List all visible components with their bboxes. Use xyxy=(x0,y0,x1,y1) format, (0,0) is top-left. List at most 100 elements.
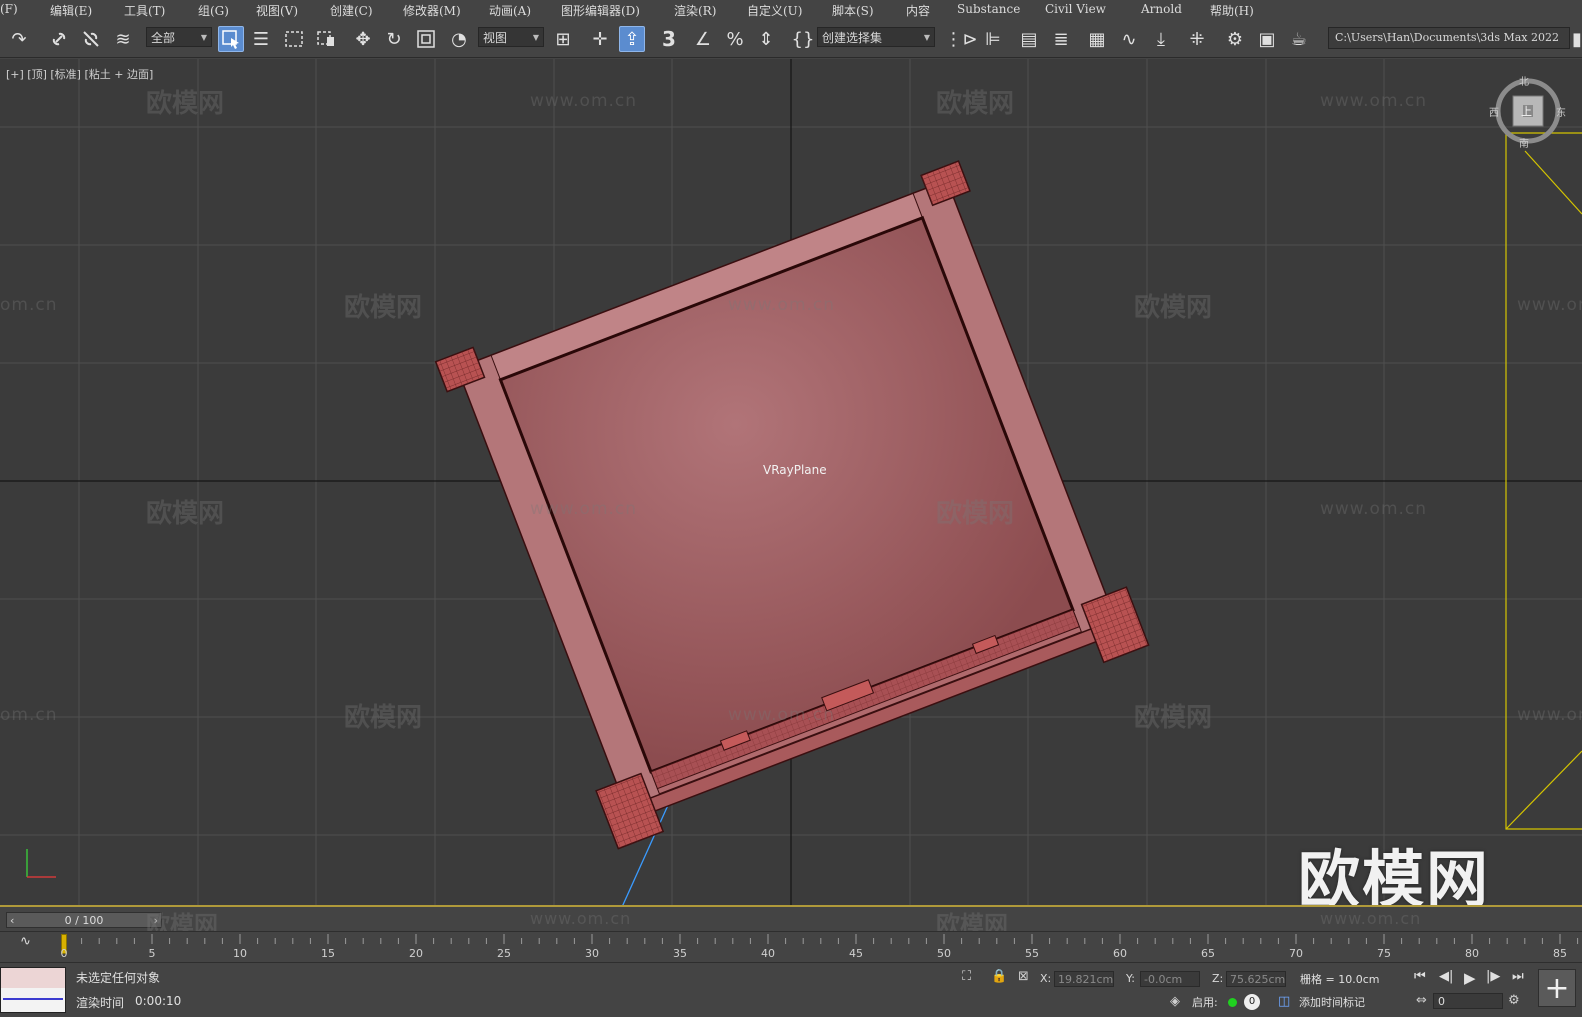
go-to-start-icon[interactable]: ⏮ xyxy=(1414,969,1426,984)
menu-tools[interactable]: 工具(T) xyxy=(124,2,165,19)
prev-frame-icon[interactable]: ‹ xyxy=(10,914,14,927)
track-tick-label: 55 xyxy=(1025,947,1039,960)
render-setup-icon[interactable]: ⚙ xyxy=(1222,26,1248,52)
angle-snap-icon[interactable]: ∠ xyxy=(690,26,716,52)
scene-explorer-icon[interactable]: ▤ xyxy=(1016,26,1042,52)
redo-icon[interactable]: ↷ xyxy=(6,26,32,52)
menu-create[interactable]: 创建(C) xyxy=(330,2,373,19)
viewcube-north-label[interactable]: 北 xyxy=(1519,73,1529,88)
previous-frame-icon[interactable]: ◀| xyxy=(1439,969,1453,984)
watermark-url: www.om.cn xyxy=(1320,909,1422,928)
project-folder-path[interactable]: C:\Users\Han\Documents\3ds Max 2022 xyxy=(1328,27,1570,49)
x-coord-field[interactable]: 19.821cm xyxy=(1054,971,1114,987)
menu-customize[interactable]: 自定义(U) xyxy=(747,2,802,19)
bind-spacewarp-icon[interactable]: ≋ xyxy=(110,26,136,52)
viewcube-east-label[interactable]: 东 xyxy=(1556,104,1566,119)
scale-icon[interactable] xyxy=(413,26,439,52)
reference-coordinate-dropdown[interactable]: 视图 ▼ xyxy=(478,27,544,47)
menu-rendering[interactable]: 渲染(R) xyxy=(674,2,716,19)
align-icon[interactable]: ⊫ xyxy=(980,26,1006,52)
track-tick-label: 75 xyxy=(1377,947,1391,960)
time-tag-icon[interactable]: ◫ xyxy=(1278,994,1290,1009)
enable-count-badge[interactable]: 0 xyxy=(1244,994,1260,1010)
menu-animation[interactable]: 动画(A) xyxy=(489,2,531,19)
track-tick-label: 35 xyxy=(673,947,687,960)
rendered-frame-window-icon[interactable]: ▣ xyxy=(1254,26,1280,52)
menu-modifiers[interactable]: 修改器(M) xyxy=(403,2,461,19)
percent-snap-icon[interactable]: % xyxy=(722,26,748,52)
menu-view[interactable]: 视图(V) xyxy=(256,2,298,19)
select-object-icon[interactable] xyxy=(218,26,244,52)
snaps-toggle-icon[interactable]: 3 xyxy=(656,26,682,52)
create-new-icon[interactable]: + xyxy=(1538,969,1576,1007)
z-coord-value: 75.625cm xyxy=(1230,973,1286,986)
watermark-text: 欧模网 xyxy=(936,89,1015,119)
menu-file[interactable]: (F) xyxy=(0,2,18,16)
time-configuration-icon[interactable]: ⚙ xyxy=(1508,993,1520,1008)
curve-editor-icon[interactable]: ∿ xyxy=(1116,26,1142,52)
menu-graph-editors[interactable]: 图形编辑器(D) xyxy=(561,2,640,19)
toolbar-overflow-icon[interactable]: ▮ xyxy=(1572,26,1582,52)
keyboard-shortcut-override-icon[interactable]: ⇪ xyxy=(619,26,645,52)
menu-edit[interactable]: 编辑(E) xyxy=(50,2,92,19)
play-icon[interactable]: ▶ xyxy=(1464,969,1476,987)
named-selection-set-dropdown[interactable]: 创建选择集 ▼ xyxy=(817,27,935,47)
selection-lock-icon[interactable]: 🔒 xyxy=(991,969,1007,984)
menu-scripting[interactable]: 脚本(S) xyxy=(832,2,874,19)
watermark-text: 欧模网 xyxy=(344,293,423,323)
brand-watermark: 欧模网 xyxy=(1297,843,1490,907)
menu-civil-view[interactable]: Civil View xyxy=(1045,2,1106,16)
watermark-text: 欧模网 xyxy=(344,703,423,733)
current-frame-field[interactable]: 0 xyxy=(1433,993,1503,1009)
material-editor-icon[interactable]: ⁜ xyxy=(1184,26,1210,52)
render-production-icon[interactable]: ☕ xyxy=(1286,26,1312,52)
x-coord-label: X: xyxy=(1040,972,1052,985)
isolate-selection-icon[interactable]: ⛶ xyxy=(962,969,971,984)
spinner-snap-icon[interactable]: ⇕ xyxy=(753,26,779,52)
menu-substance[interactable]: Substance xyxy=(957,2,1020,16)
go-to-end-icon[interactable]: ⏭ xyxy=(1512,969,1524,984)
ribbon-toggle-icon[interactable]: ▦ xyxy=(1084,26,1110,52)
layer-explorer-icon[interactable]: ≣ xyxy=(1048,26,1074,52)
watermark-url: www.om.cn xyxy=(1320,499,1428,519)
watermark-url: om.cn xyxy=(0,705,58,725)
link-icon[interactable] xyxy=(46,26,72,52)
schematic-view-icon[interactable]: ⤓ xyxy=(1148,26,1174,52)
time-slider-field[interactable]: ‹ 0 / 100 › xyxy=(6,912,162,928)
maxscript-mini-listener[interactable] xyxy=(0,967,66,1013)
menu-group[interactable]: 组(G) xyxy=(198,2,229,19)
track-tick-label: 85 xyxy=(1553,947,1567,960)
rect-selection-icon[interactable] xyxy=(281,26,307,52)
adaptive-degradation-icon[interactable]: ◈ xyxy=(1170,994,1180,1009)
edit-named-selection-icon[interactable]: {} xyxy=(790,26,816,52)
menu-content[interactable]: 内容 xyxy=(906,2,930,19)
move-icon[interactable]: ✥ xyxy=(350,26,376,52)
watermark-text: 欧模网 xyxy=(146,499,225,529)
select-by-name-icon[interactable]: ☰ xyxy=(248,26,274,52)
add-time-tag-label[interactable]: 添加时间标记 xyxy=(1299,994,1365,1010)
mirror-icon[interactable]: ⋮⊳ xyxy=(944,26,977,52)
time-slider[interactable]: ‹ 0 / 100 › 欧模网 www.om.cn 欧模网 www.om.cn xyxy=(0,909,1582,939)
viewcube-south-label[interactable]: 南 xyxy=(1519,135,1529,150)
z-coord-field[interactable]: 75.625cm xyxy=(1226,971,1286,987)
unlink-icon[interactable] xyxy=(78,26,104,52)
absolute-mode-icon[interactable]: ⊠ xyxy=(1018,969,1029,984)
viewport-label[interactable]: [+] [顶] [标准] [粘土 + 边面] xyxy=(6,66,153,82)
placement-icon[interactable]: ◔ xyxy=(446,26,472,52)
next-frame-icon[interactable]: |▶ xyxy=(1486,969,1500,984)
y-coord-field[interactable]: -0.0cm xyxy=(1140,971,1200,987)
viewcube-west-label[interactable]: 西 xyxy=(1489,104,1499,119)
track-tick-label: 0 xyxy=(60,947,68,960)
axis-tripod xyxy=(26,849,56,878)
top-viewport[interactable]: [+] [顶] [标准] [粘土 + 边面] 北 西 东 南 上 欧模网 www… xyxy=(0,59,1582,907)
window-crossing-icon[interactable] xyxy=(313,26,339,52)
menu-arnold[interactable]: Arnold xyxy=(1141,2,1182,16)
rotate-icon[interactable]: ↻ xyxy=(381,26,407,52)
track-bar[interactable]: ∿ 0 5 10 15 20 25 30 35 40 45 50 55 60 65 70 75 80 85 xyxy=(0,931,1582,961)
select-manipulate-icon[interactable]: ✛ xyxy=(587,26,613,52)
pivot-center-icon[interactable]: ⊞ xyxy=(550,26,576,52)
menu-help[interactable]: 帮助(H) xyxy=(1210,2,1254,19)
selection-filter-dropdown[interactable]: 全部 ▼ xyxy=(146,27,212,47)
key-mode-toggle-icon[interactable]: ⇔ xyxy=(1416,993,1427,1008)
viewcube-face-label[interactable]: 上 xyxy=(1521,103,1532,119)
